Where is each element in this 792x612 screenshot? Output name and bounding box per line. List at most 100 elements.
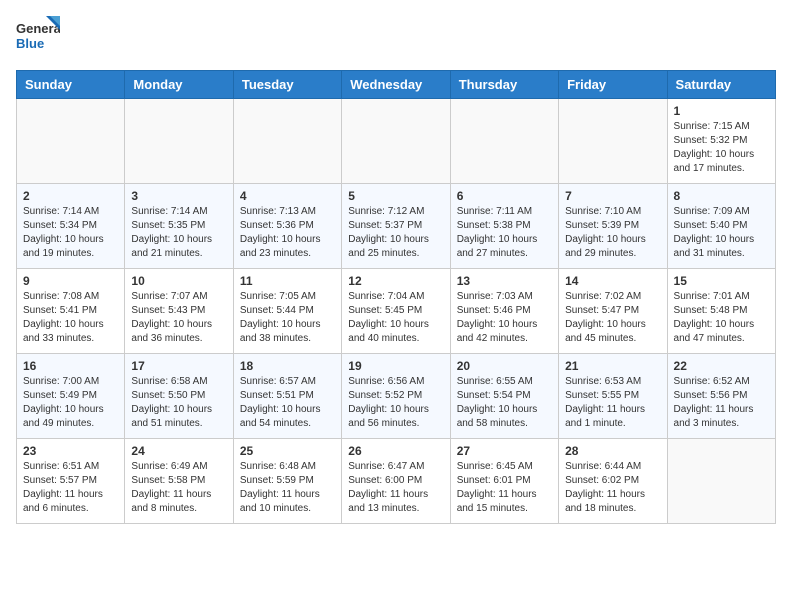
calendar-cell: 14 Sunrise: 7:02 AM Sunset: 5:47 PM Dayli… <box>559 269 667 354</box>
day-info: Sunrise: 7:04 AM Sunset: 5:45 PM Dayligh… <box>348 290 443 346</box>
day-number: 18 <box>240 359 335 373</box>
day-number: 19 <box>348 359 443 373</box>
day-info: Sunrise: 7:10 AM Sunset: 5:39 PM Dayligh… <box>565 205 660 261</box>
day-number: 15 <box>674 274 769 288</box>
day-number: 2 <box>23 189 118 203</box>
calendar-cell: 28 Sunrise: 6:44 AM Sunset: 6:02 PM Dayli… <box>559 439 667 524</box>
day-number: 5 <box>348 189 443 203</box>
day-number: 1 <box>674 104 769 118</box>
day-info: Sunrise: 7:14 AM Sunset: 5:34 PM Dayligh… <box>23 205 118 261</box>
day-number: 10 <box>131 274 226 288</box>
day-number: 4 <box>240 189 335 203</box>
day-number: 11 <box>240 274 335 288</box>
calendar-cell: 21 Sunrise: 6:53 AM Sunset: 5:55 PM Dayli… <box>559 354 667 439</box>
calendar-cell: 9 Sunrise: 7:08 AM Sunset: 5:41 PM Daylig… <box>17 269 125 354</box>
calendar-cell: 10Sunrise: 7:07 AM Sunset: 5:43 PM Dayli… <box>125 269 233 354</box>
day-number: 16 <box>23 359 118 373</box>
calendar-cell <box>450 99 558 184</box>
week-row-4: 16Sunrise: 7:00 AM Sunset: 5:49 PM Dayli… <box>17 354 776 439</box>
calendar-cell: 16Sunrise: 7:00 AM Sunset: 5:49 PM Dayli… <box>17 354 125 439</box>
logo-svg: General Blue <box>16 16 60 60</box>
day-info: Sunrise: 6:55 AM Sunset: 5:54 PM Dayligh… <box>457 375 552 431</box>
day-number: 9 <box>23 274 118 288</box>
day-number: 3 <box>131 189 226 203</box>
weekday-header-saturday: Saturday <box>667 71 775 99</box>
day-number: 26 <box>348 444 443 458</box>
calendar-cell: 17Sunrise: 6:58 AM Sunset: 5:50 PM Dayli… <box>125 354 233 439</box>
day-info: Sunrise: 6:45 AM Sunset: 6:01 PM Dayligh… <box>457 460 552 516</box>
day-info: Sunrise: 6:57 AM Sunset: 5:51 PM Dayligh… <box>240 375 335 431</box>
day-number: 13 <box>457 274 552 288</box>
day-number: 25 <box>240 444 335 458</box>
calendar-cell: 25 Sunrise: 6:48 AM Sunset: 5:59 PM Dayli… <box>233 439 341 524</box>
weekday-header-monday: Monday <box>125 71 233 99</box>
day-info: Sunrise: 7:01 AM Sunset: 5:48 PM Dayligh… <box>674 290 769 346</box>
logo: General Blue <box>16 16 60 60</box>
calendar-cell: 20 Sunrise: 6:55 AM Sunset: 5:54 PM Dayli… <box>450 354 558 439</box>
calendar-cell <box>17 99 125 184</box>
day-number: 12 <box>348 274 443 288</box>
day-info: Sunrise: 7:12 AM Sunset: 5:37 PM Dayligh… <box>348 205 443 261</box>
day-info: Sunrise: 7:11 AM Sunset: 5:38 PM Dayligh… <box>457 205 552 261</box>
day-number: 28 <box>565 444 660 458</box>
day-info: Sunrise: 7:03 AM Sunset: 5:46 PM Dayligh… <box>457 290 552 346</box>
calendar-cell: 5 Sunrise: 7:12 AM Sunset: 5:37 PM Daylig… <box>342 184 450 269</box>
day-info: Sunrise: 6:53 AM Sunset: 5:55 PM Dayligh… <box>565 375 660 431</box>
calendar-cell: 15 Sunrise: 7:01 AM Sunset: 5:48 PM Dayli… <box>667 269 775 354</box>
day-info: Sunrise: 7:02 AM Sunset: 5:47 PM Dayligh… <box>565 290 660 346</box>
weekday-header-thursday: Thursday <box>450 71 558 99</box>
day-number: 6 <box>457 189 552 203</box>
calendar-cell: 11Sunrise: 7:05 AM Sunset: 5:44 PM Dayli… <box>233 269 341 354</box>
weekday-header-tuesday: Tuesday <box>233 71 341 99</box>
day-number: 24 <box>131 444 226 458</box>
calendar-cell: 27 Sunrise: 6:45 AM Sunset: 6:01 PM Dayli… <box>450 439 558 524</box>
calendar-cell <box>125 99 233 184</box>
calendar-cell: 7 Sunrise: 7:10 AM Sunset: 5:39 PM Daylig… <box>559 184 667 269</box>
day-number: 27 <box>457 444 552 458</box>
calendar-cell <box>233 99 341 184</box>
day-info: Sunrise: 6:49 AM Sunset: 5:58 PM Dayligh… <box>131 460 226 516</box>
week-row-2: 2 Sunrise: 7:14 AM Sunset: 5:34 PM Daylig… <box>17 184 776 269</box>
calendar-cell: 3 Sunrise: 7:14 AM Sunset: 5:35 PM Daylig… <box>125 184 233 269</box>
day-number: 22 <box>674 359 769 373</box>
day-number: 21 <box>565 359 660 373</box>
day-info: Sunrise: 6:52 AM Sunset: 5:56 PM Dayligh… <box>674 375 769 431</box>
weekday-header-wednesday: Wednesday <box>342 71 450 99</box>
calendar-cell <box>667 439 775 524</box>
day-info: Sunrise: 6:44 AM Sunset: 6:02 PM Dayligh… <box>565 460 660 516</box>
calendar-cell: 19 Sunrise: 6:56 AM Sunset: 5:52 PM Dayli… <box>342 354 450 439</box>
day-info: Sunrise: 7:14 AM Sunset: 5:35 PM Dayligh… <box>131 205 226 261</box>
day-info: Sunrise: 6:51 AM Sunset: 5:57 PM Dayligh… <box>23 460 118 516</box>
calendar-cell: 8 Sunrise: 7:09 AM Sunset: 5:40 PM Daylig… <box>667 184 775 269</box>
calendar-cell: 13 Sunrise: 7:03 AM Sunset: 5:46 PM Dayli… <box>450 269 558 354</box>
calendar-cell: 1 Sunrise: 7:15 AM Sunset: 5:32 PM Daylig… <box>667 99 775 184</box>
day-number: 23 <box>23 444 118 458</box>
day-number: 14 <box>565 274 660 288</box>
calendar-cell: 2 Sunrise: 7:14 AM Sunset: 5:34 PM Daylig… <box>17 184 125 269</box>
day-info: Sunrise: 7:15 AM Sunset: 5:32 PM Dayligh… <box>674 120 769 176</box>
week-row-3: 9 Sunrise: 7:08 AM Sunset: 5:41 PM Daylig… <box>17 269 776 354</box>
calendar-cell: 6 Sunrise: 7:11 AM Sunset: 5:38 PM Daylig… <box>450 184 558 269</box>
calendar-cell <box>342 99 450 184</box>
calendar-cell: 22 Sunrise: 6:52 AM Sunset: 5:56 PM Dayli… <box>667 354 775 439</box>
day-info: Sunrise: 7:13 AM Sunset: 5:36 PM Dayligh… <box>240 205 335 261</box>
day-number: 8 <box>674 189 769 203</box>
calendar-cell: 4 Sunrise: 7:13 AM Sunset: 5:36 PM Daylig… <box>233 184 341 269</box>
week-row-1: 1 Sunrise: 7:15 AM Sunset: 5:32 PM Daylig… <box>17 99 776 184</box>
calendar-table: SundayMondayTuesdayWednesdayThursdayFrid… <box>16 70 776 524</box>
calendar-cell: 23 Sunrise: 6:51 AM Sunset: 5:57 PM Dayli… <box>17 439 125 524</box>
calendar-cell: 26Sunrise: 6:47 AM Sunset: 6:00 PM Dayli… <box>342 439 450 524</box>
day-number: 7 <box>565 189 660 203</box>
calendar-cell: 18 Sunrise: 6:57 AM Sunset: 5:51 PM Dayli… <box>233 354 341 439</box>
week-row-5: 23 Sunrise: 6:51 AM Sunset: 5:57 PM Dayli… <box>17 439 776 524</box>
day-info: Sunrise: 6:58 AM Sunset: 5:50 PM Dayligh… <box>131 375 226 431</box>
day-info: Sunrise: 6:48 AM Sunset: 5:59 PM Dayligh… <box>240 460 335 516</box>
calendar-cell <box>559 99 667 184</box>
weekday-header-friday: Friday <box>559 71 667 99</box>
day-number: 20 <box>457 359 552 373</box>
day-info: Sunrise: 7:09 AM Sunset: 5:40 PM Dayligh… <box>674 205 769 261</box>
day-info: Sunrise: 7:08 AM Sunset: 5:41 PM Dayligh… <box>23 290 118 346</box>
calendar-cell: 24 Sunrise: 6:49 AM Sunset: 5:58 PM Dayli… <box>125 439 233 524</box>
day-info: Sunrise: 6:56 AM Sunset: 5:52 PM Dayligh… <box>348 375 443 431</box>
svg-text:Blue: Blue <box>16 36 44 51</box>
